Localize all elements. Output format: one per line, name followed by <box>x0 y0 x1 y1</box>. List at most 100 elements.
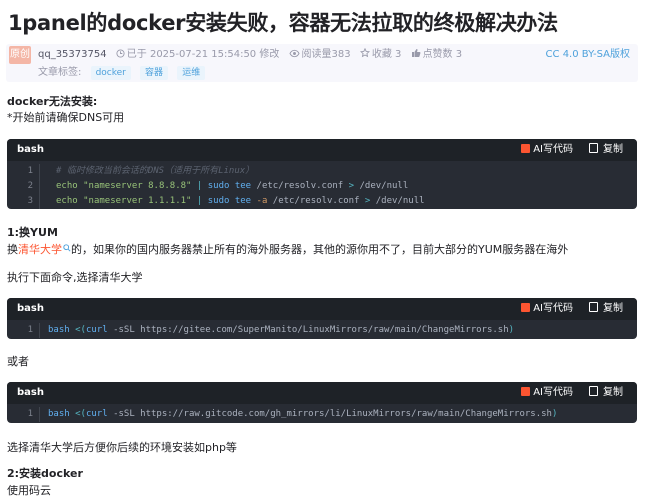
code-lang: bash <box>17 303 44 314</box>
ai-code-label: AI写代码 <box>533 387 573 398</box>
copy-button[interactable]: 复制 <box>589 298 623 320</box>
favorite-button[interactable]: 收藏 3 <box>359 47 402 63</box>
code-line: 1 # 临时修改当前会话的DNS（适用于所有Linux） <box>7 164 637 179</box>
ai-icon <box>521 303 531 312</box>
code-token: bash <box>48 409 70 419</box>
copy-label: 复制 <box>603 387 623 398</box>
thumbs-up-icon <box>411 49 421 57</box>
likes-count: 点赞数 3 <box>422 49 463 60</box>
code-token: -a <box>256 196 268 206</box>
copy-icon <box>589 302 598 312</box>
ai-code-button[interactable]: AI写代码 <box>521 139 573 161</box>
use-aliyun-text: 使用码云 <box>7 484 51 497</box>
code-line: 3 echo "nameserver 1.1.1.1" | sudo tee -a… <box>7 194 637 209</box>
code-token: | <box>196 181 203 191</box>
tsinghua-link[interactable]: 清华大学 <box>18 243 62 256</box>
heading-docker-fail: docker无法安装: <box>7 95 98 108</box>
ai-icon <box>521 144 531 153</box>
code-block-dns: bash AI写代码 复制 1 # 临时修改当前会话的DNS（适用于所有Linux… <box>7 139 637 209</box>
line-number: 1 <box>7 164 40 179</box>
code-token: https://gitee.com/SuperManito/LinuxMirro… <box>140 325 509 335</box>
code-token: <( <box>75 409 86 419</box>
code-header: bash AI写代码 复制 <box>7 382 637 404</box>
code-token: sudo tee <box>207 196 252 206</box>
code-lang: bash <box>17 387 44 398</box>
ai-icon <box>521 387 531 396</box>
code-lang: bash <box>17 144 44 155</box>
code-header: bash AI写代码 复制 <box>7 139 637 161</box>
code-token: | <box>196 196 203 206</box>
code-line: 1 bash <(curl -sSL https://gitee.com/Supe… <box>7 323 637 338</box>
code-block-gitcode: bash AI写代码 复制 1 bash <(curl -sSL https://… <box>7 382 637 423</box>
yum-suffix: 的，如果你的国内服务器禁止所有的海外服务器，其他的源你用不了，目前大部分的YUM… <box>71 243 569 256</box>
code-block-gitee: bash AI写代码 复制 1 bash <(curl -sSL https://… <box>7 298 637 339</box>
code-token: /etc/resolv.conf <box>272 196 360 206</box>
article-title: 1panel的docker安装失败，容器无法拉取的终极解决办法 <box>8 11 558 35</box>
code-token: /etc/resolv.conf <box>256 181 344 191</box>
yum-prefix: 换 <box>7 243 18 256</box>
tag-ops[interactable]: 运维 <box>177 66 206 80</box>
tags-row: 文章标签: docker 容器 运维 <box>38 66 206 80</box>
copy-button[interactable]: 复制 <box>589 139 623 161</box>
code-token: <( <box>75 325 86 335</box>
eye-icon <box>289 49 300 58</box>
code-token: bash <box>48 325 70 335</box>
code-line: 2 echo "nameserver 8.8.8.8" | sudo tee /e… <box>7 179 637 194</box>
clock-icon <box>116 49 125 58</box>
favorites-count: 收藏 3 <box>371 49 402 60</box>
tag-container[interactable]: 容器 <box>140 66 169 80</box>
code-line: 1 bash <(curl -sSL https://raw.gitcode.co… <box>7 407 637 422</box>
code-body[interactable]: 1 bash <(curl -sSL https://raw.gitcode.co… <box>7 404 637 423</box>
ai-code-label: AI写代码 <box>533 144 573 155</box>
ai-code-button[interactable]: AI写代码 <box>521 298 573 320</box>
code-token: -sSL <box>113 325 135 335</box>
meta-info-row: qq_35373754 已于 2025-07-21 15:54:50 修改 阅读… <box>38 47 468 63</box>
or-text: 或者 <box>7 355 29 368</box>
tags-label: 文章标签: <box>38 67 82 78</box>
code-token: echo <box>56 181 78 191</box>
star-icon <box>359 48 370 58</box>
code-token: -sSL <box>113 409 135 419</box>
publish-time: 已于 2025-07-21 15:54:50 修改 <box>126 49 280 60</box>
copy-button[interactable]: 复制 <box>589 382 623 404</box>
tag-docker[interactable]: docker <box>90 66 131 80</box>
line-number: 1 <box>7 323 40 338</box>
views-count: 阅读量383 <box>301 49 351 60</box>
code-token: echo <box>56 196 78 206</box>
original-badge: 原创 <box>9 46 31 64</box>
search-icon[interactable] <box>63 244 71 252</box>
views-info: 阅读量383 <box>289 47 351 63</box>
copy-icon <box>589 386 598 396</box>
code-body[interactable]: 1 # 临时修改当前会话的DNS（适用于所有Linux） 2 echo "names… <box>7 161 637 209</box>
code-token: /dev/null <box>375 196 425 206</box>
like-button[interactable]: 点赞数 3 <box>411 47 463 63</box>
yum-paragraph: 换清华大学 的，如果你的国内服务器禁止所有的海外服务器，其他的源你用不了，目前大部… <box>7 242 568 258</box>
heading-install-docker: 2:安装docker <box>7 467 83 480</box>
ai-code-label: AI写代码 <box>533 303 573 314</box>
code-token: https://raw.gitcode.com/gh_mirrors/li/Li… <box>140 409 552 419</box>
copy-label: 复制 <box>603 144 623 155</box>
choose-tsinghua-text: 选择清华大学后方便你后续的环境安装如php等 <box>7 441 237 454</box>
code-token: curl <box>85 325 108 335</box>
code-token: "nameserver 1.1.1.1" <box>83 196 192 206</box>
line-number: 2 <box>7 179 40 194</box>
copy-icon <box>589 143 598 153</box>
author-name[interactable]: qq_35373754 <box>38 47 107 63</box>
code-token: > <box>348 181 355 191</box>
ai-code-button[interactable]: AI写代码 <box>521 382 573 404</box>
line-number: 1 <box>7 407 40 422</box>
line-number: 3 <box>7 194 40 209</box>
exec-cmd-text: 执行下面命令,选择清华大学 <box>7 271 143 284</box>
heading-yum: 1:换YUM <box>7 226 58 239</box>
license-link[interactable]: CC 4.0 BY-SA版权 <box>546 47 630 63</box>
note-dns: *开始前请确保DNS可用 <box>7 111 125 124</box>
code-token: "nameserver 8.8.8.8" <box>83 181 192 191</box>
code-token: sudo tee <box>207 181 252 191</box>
code-comment: # 临时修改当前会话的DNS（适用于所有Linux） <box>56 166 255 176</box>
article-meta: 原创 qq_35373754 已于 2025-07-21 15:54:50 修改… <box>6 44 638 82</box>
code-body[interactable]: 1 bash <(curl -sSL https://gitee.com/Supe… <box>7 320 637 339</box>
code-token: ) <box>508 325 515 335</box>
code-header: bash AI写代码 复制 <box>7 298 637 320</box>
copy-label: 复制 <box>603 303 623 314</box>
publish-info: 已于 2025-07-21 15:54:50 修改 <box>116 47 280 63</box>
